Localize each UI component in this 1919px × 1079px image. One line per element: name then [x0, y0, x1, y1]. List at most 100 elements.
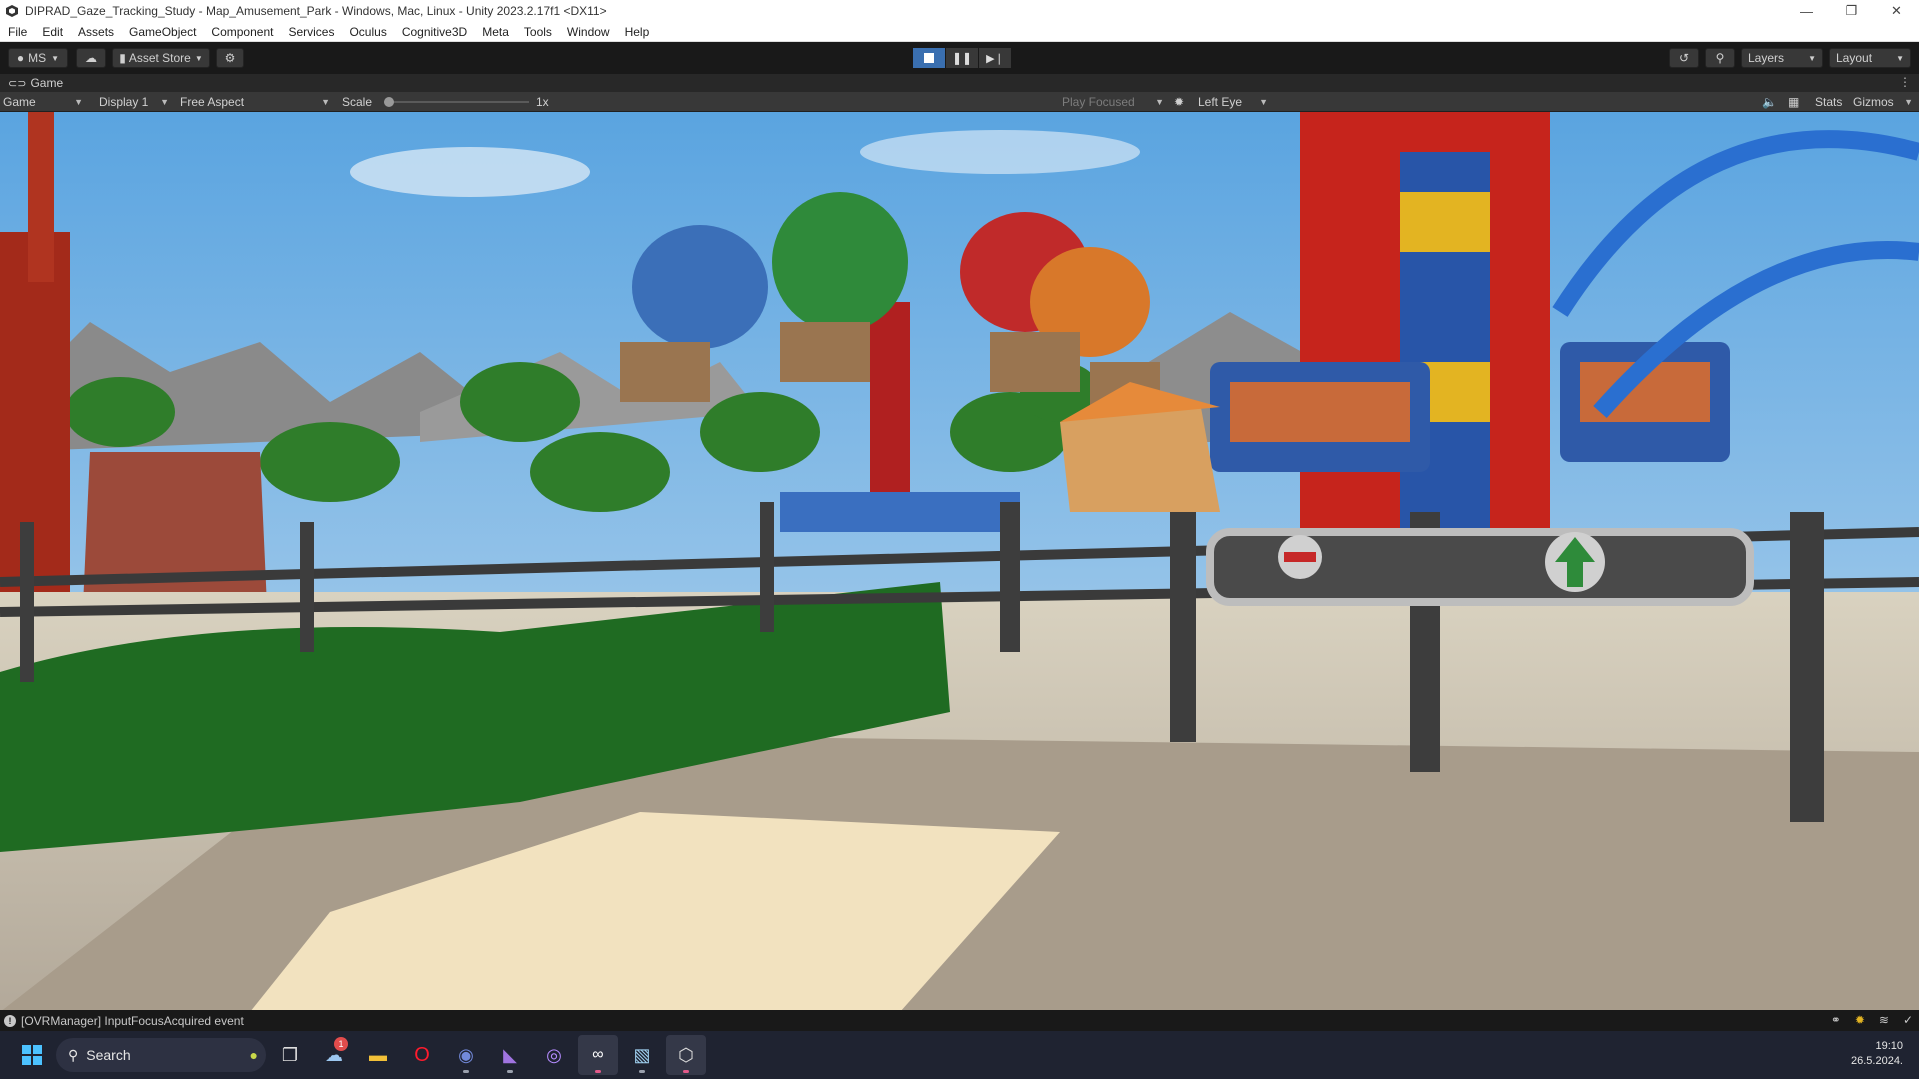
- chevron-down-icon: ▼: [321, 97, 330, 107]
- clock-time: 19:10: [1875, 1040, 1903, 1052]
- task-view-icon[interactable]: ❐: [270, 1035, 310, 1075]
- tennis-ball-icon: ●: [249, 1047, 258, 1063]
- discord-icon[interactable]: ◉: [446, 1035, 486, 1075]
- gizmos-label: Gizmos: [1853, 95, 1894, 109]
- menu-oculus[interactable]: Oculus: [349, 25, 386, 39]
- pause-button[interactable]: ❚❚: [946, 48, 978, 68]
- more-options-icon[interactable]: ⋮: [1899, 75, 1911, 89]
- github-icon[interactable]: ◎: [534, 1035, 574, 1075]
- aspect-dropdown[interactable]: Free Aspect ▼: [180, 94, 334, 110]
- menu-tools[interactable]: Tools: [524, 25, 552, 39]
- eye-label: Left Eye: [1198, 95, 1243, 109]
- taskbar-search[interactable]: ⚲ Search ●: [56, 1038, 266, 1072]
- search-button[interactable]: ⚲: [1705, 48, 1735, 68]
- play-focused-dropdown[interactable]: Play Focused ▼: [1062, 94, 1168, 110]
- chevron-down-icon: ▼: [160, 97, 169, 107]
- stats-button[interactable]: Stats: [1815, 94, 1849, 110]
- file-explorer-icon[interactable]: ▬: [358, 1035, 398, 1075]
- status-message[interactable]: [OVRManager] InputFocusAcquired event: [21, 1014, 244, 1028]
- monitor-app-icon[interactable]: ▧: [622, 1035, 662, 1075]
- game-mode-dropdown[interactable]: Game ▼: [3, 94, 87, 110]
- search-icon: ⚲: [68, 1046, 79, 1063]
- layers-dropdown[interactable]: Layers ▼: [1741, 48, 1823, 68]
- collab-icon[interactable]: ⚭: [1831, 1013, 1841, 1027]
- account-label: MS: [28, 51, 47, 65]
- windows-logo-icon: [22, 1045, 42, 1065]
- game-view-controls: Game ▼ Display 1 ▼ Free Aspect ▼ Scale 1…: [0, 92, 1919, 112]
- game-tab-bar: ⊂⊃ Game ⋮: [0, 74, 1919, 92]
- clock-date: 26.5.2024.: [1851, 1055, 1903, 1067]
- gizmos-dropdown[interactable]: Gizmos ▼: [1853, 94, 1917, 110]
- meta-icon[interactable]: ∞: [578, 1035, 618, 1075]
- chevron-down-icon: ▼: [1808, 53, 1816, 63]
- step-button[interactable]: ▶❘: [979, 48, 1011, 68]
- menu-bar: File Edit Assets GameObject Component Se…: [0, 22, 1919, 42]
- package-button[interactable]: ⚙: [216, 48, 244, 68]
- check-circle-icon[interactable]: ✓: [1903, 1013, 1913, 1027]
- window-title: DIPRAD_Gaze_Tracking_Study - Map_Amuseme…: [25, 4, 607, 18]
- grid-icon[interactable]: ▦: [1788, 94, 1806, 110]
- unity-logo-icon: [5, 4, 19, 18]
- account-dropdown[interactable]: ● MS ▼: [8, 48, 68, 68]
- aspect-label: Free Aspect: [180, 95, 245, 109]
- layout-dropdown[interactable]: Layout ▼: [1829, 48, 1911, 68]
- menu-file[interactable]: File: [8, 25, 27, 39]
- start-button[interactable]: [12, 1035, 52, 1075]
- tab-game-label: Game: [30, 76, 64, 90]
- scale-slider-handle[interactable]: [384, 97, 394, 107]
- weather-widget-icon[interactable]: ☁ 1: [314, 1035, 354, 1075]
- tab-game[interactable]: ⊂⊃ Game: [0, 76, 63, 90]
- menu-edit[interactable]: Edit: [42, 25, 63, 39]
- menu-cognitive3d[interactable]: Cognitive3D: [402, 25, 467, 39]
- main-toolbar: ● MS ▼ ☁ ▮ Asset Store ▼ ⚙ ❚❚ ▶❘ ↺ ⚲ Lay…: [0, 42, 1919, 74]
- menu-services[interactable]: Services: [288, 25, 334, 39]
- stop-icon: [924, 53, 934, 63]
- weather-badge: 1: [334, 1037, 348, 1051]
- display-dropdown[interactable]: Display 1 ▼: [99, 94, 173, 110]
- shopping-bag-icon: ▮: [119, 51, 126, 65]
- menu-help[interactable]: Help: [625, 25, 650, 39]
- play-button[interactable]: [913, 48, 945, 68]
- visual-studio-icon[interactable]: ◣: [490, 1035, 530, 1075]
- unity-hub-icon[interactable]: ⬡: [666, 1035, 706, 1075]
- game-mode-label: Game: [3, 95, 36, 109]
- game-viewport[interactable]: [0, 112, 1919, 1010]
- system-clock[interactable]: 19:10 26.5.2024.: [1851, 1039, 1903, 1069]
- play-focused-label: Play Focused: [1062, 95, 1135, 109]
- scale-slider[interactable]: [384, 97, 529, 107]
- chevron-down-icon: ▼: [1896, 53, 1904, 63]
- amusement-park-scene: [0, 112, 1919, 1010]
- chevron-down-icon: ▼: [1259, 97, 1268, 107]
- menu-component[interactable]: Component: [211, 25, 273, 39]
- menu-gameobject[interactable]: GameObject: [129, 25, 196, 39]
- cloud-button[interactable]: ☁: [76, 48, 106, 68]
- history-icon: ↺: [1678, 51, 1690, 65]
- pause-icon: ❚❚: [951, 51, 973, 65]
- layers-label: Layers: [1748, 51, 1785, 65]
- status-bar: ! [OVRManager] InputFocusAcquired event …: [0, 1010, 1919, 1031]
- maximize-button[interactable]: ❐: [1829, 0, 1874, 22]
- asset-store-label: Asset Store: [128, 51, 191, 65]
- close-button[interactable]: ✕: [1874, 0, 1919, 22]
- asset-store-button[interactable]: ▮ Asset Store ▼: [112, 48, 210, 68]
- gamepad-icon: ⊂⊃: [8, 77, 27, 90]
- eye-dropdown[interactable]: Left Eye ▼: [1198, 94, 1272, 110]
- menu-window[interactable]: Window: [567, 25, 610, 39]
- chevron-down-icon: ▼: [74, 97, 83, 107]
- light-bake-icon[interactable]: ✹: [1855, 1013, 1865, 1027]
- play-controls: ❚❚ ▶❘: [913, 48, 1012, 68]
- scale-label: Scale: [342, 95, 373, 109]
- undo-history-button[interactable]: ↺: [1669, 48, 1699, 68]
- menu-meta[interactable]: Meta: [482, 25, 509, 39]
- windows-taskbar: ⚲ Search ● ❐ ☁ 1 ▬ O ◉ ◣ ◎ ∞ ▧ ⬡ 19:10 2…: [0, 1031, 1919, 1079]
- bug-icon[interactable]: ✹: [1174, 94, 1194, 110]
- search-icon: ⚲: [1715, 51, 1725, 65]
- layers-stack-icon[interactable]: ≋: [1879, 1013, 1889, 1027]
- minimize-button[interactable]: —: [1784, 0, 1829, 22]
- menu-assets[interactable]: Assets: [78, 25, 114, 39]
- window-title-bar: DIPRAD_Gaze_Tracking_Study - Map_Amuseme…: [0, 0, 1919, 22]
- chevron-down-icon: ▼: [194, 53, 203, 63]
- chevron-down-icon: ▼: [1155, 97, 1164, 107]
- mute-audio-icon[interactable]: 🔈: [1762, 94, 1778, 110]
- opera-icon[interactable]: O: [402, 1035, 442, 1075]
